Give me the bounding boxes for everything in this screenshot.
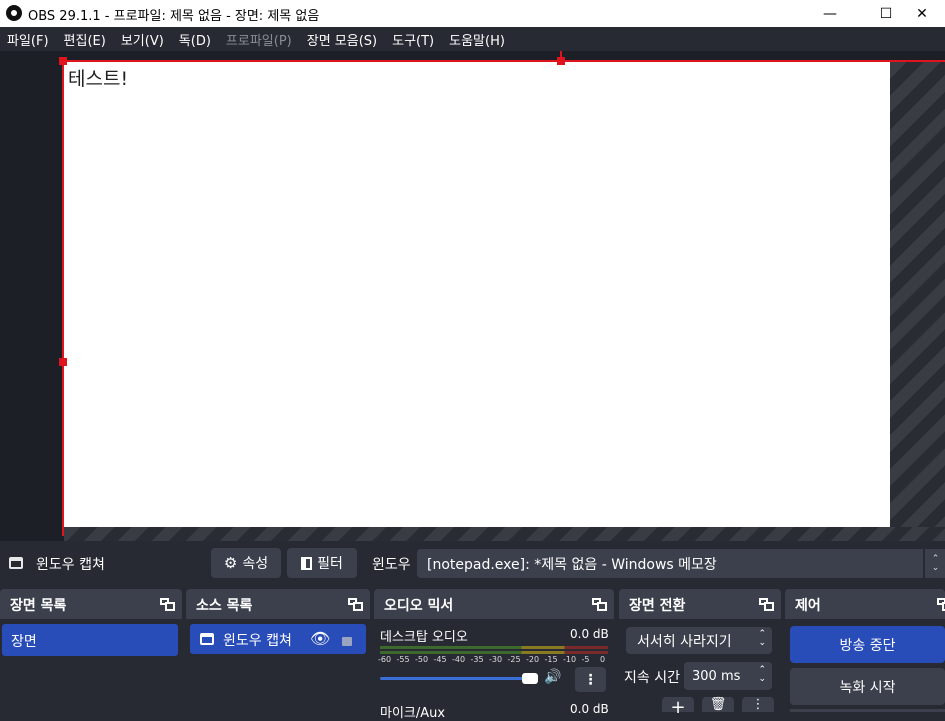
eye-icon[interactable]: 👁 [310, 629, 330, 648]
menu-docks[interactable]: 독(D) [172, 30, 219, 49]
filters-label: 필터 [317, 556, 343, 572]
menu-tools[interactable]: 도구(T) [385, 30, 442, 49]
duration-spinbox[interactable]: 300 ms ⌃ ⌄ [684, 662, 772, 690]
resize-handle-top-left[interactable] [59, 57, 67, 65]
audio-meter [380, 646, 608, 649]
plus-icon: + [670, 697, 686, 718]
chevron-updown-icon: ⌃ ⌄ [758, 665, 766, 684]
title-bar: OBS 29.1.1 - 프로파일: 제목 없음 - 장면: 제목 없음 — ☐… [0, 0, 945, 27]
selection-border-top [62, 60, 945, 62]
filters-button[interactable]: 필터 [287, 548, 357, 578]
controls-dock-title: 제어 [795, 598, 821, 614]
controls-dock-header: 제어 [785, 589, 945, 619]
window-capture-icon [9, 557, 23, 569]
close-button[interactable]: ✕ [899, 0, 945, 27]
chevron-down-icon: ⌄ [931, 562, 940, 573]
resize-handle-left[interactable] [59, 358, 67, 366]
undock-icon[interactable] [348, 598, 363, 611]
meter-tick: -20 [526, 655, 540, 664]
chevron-updown-icon: ⌃ ⌄ [758, 629, 766, 648]
desktop-audio-level: 0.0 dB [570, 627, 609, 641]
preview-out-of-bounds-right [890, 62, 945, 527]
scene-item-label: 장면 [11, 634, 37, 650]
obs-logo-icon [6, 5, 22, 21]
menu-view[interactable]: 보기(V) [114, 30, 172, 49]
stop-streaming-button[interactable]: 방송 중단 [790, 626, 945, 663]
transitions-dock-header: 장면 전환 [619, 589, 781, 619]
meter-tick: -5 [581, 655, 590, 664]
transitions-dock-title: 장면 전환 [629, 598, 686, 614]
audio-meter [380, 651, 608, 654]
window-select-spinner[interactable]: ⌃ ⌄ [924, 549, 945, 578]
window-select-value: [notepad.exe]: *제목 없음 - Windows 메모장 [427, 556, 717, 573]
properties-label: 속성 [242, 556, 269, 572]
trash-icon: 🗑 [709, 697, 727, 712]
undock-icon[interactable] [937, 598, 945, 611]
start-recording-button[interactable]: 녹화 시작 [790, 668, 945, 705]
preview-canvas[interactable]: 테스트! [64, 62, 890, 527]
menu-edit[interactable]: 편집(E) [57, 30, 114, 49]
meter-tick: -40 [452, 655, 466, 664]
minimize-button[interactable]: — [807, 0, 853, 27]
source-toolbar: 윈도우 캡쳐 ⚙ 속성 필터 윈도우 [notepad.exe]: *제목 없음… [0, 541, 945, 586]
gear-icon: ⚙ [223, 554, 238, 572]
meter-tick: -30 [489, 655, 503, 664]
meter-tick: 0 [600, 655, 606, 664]
scenes-dock-header: 장면 목록 [0, 589, 182, 619]
speaker-icon[interactable]: 🔊 [544, 669, 561, 685]
resize-handle-top-stem [560, 51, 562, 59]
mic-aux-level: 0.0 dB [570, 702, 609, 716]
duration-label: 지속 시간 [624, 670, 680, 686]
duration-value: 300 ms [692, 668, 741, 684]
selected-source-name: 윈도우 캡쳐 [36, 557, 105, 573]
sources-dock-header: 소스 목록 [186, 589, 370, 619]
remove-transition-button[interactable]: 🗑 [702, 697, 734, 712]
menu-help[interactable]: 도움말(H) [442, 30, 513, 49]
more-options-icon: ⋮ [751, 697, 765, 712]
transition-select[interactable]: 서서히 사라지기 ⌃ ⌄ [626, 627, 772, 654]
preview-area[interactable]: 테스트! [0, 51, 945, 541]
window-capture-icon [200, 633, 214, 645]
window-title: OBS 29.1.1 - 프로파일: 제목 없음 - 장면: 제목 없음 [28, 9, 320, 24]
volume-slider-handle[interactable] [522, 673, 538, 684]
mixer-dock-header: 오디오 믹서 [374, 589, 614, 619]
transition-options-button[interactable]: ⋮ [742, 697, 774, 712]
meter-tick: -45 [433, 655, 447, 664]
filter-icon [301, 556, 313, 570]
source-item-label: 윈도우 캡쳐 [223, 633, 292, 649]
meter-tick: -35 [470, 655, 484, 664]
sources-dock-title: 소스 목록 [196, 598, 253, 614]
sources-dock: 소스 목록 윈도우 캡쳐 👁 [186, 589, 370, 712]
mixer-dock-title: 오디오 믹서 [384, 598, 454, 614]
transition-select-value: 서서히 사라지기 [637, 633, 732, 650]
desktop-audio-name: 데스크탑 오디오 [380, 630, 468, 645]
scenes-dock-title: 장면 목록 [10, 598, 67, 614]
meter-tick: -25 [507, 655, 521, 664]
selection-border-left [62, 60, 64, 536]
window-label: 윈도우 [372, 557, 411, 573]
lock-icon[interactable] [342, 637, 352, 646]
menu-scene-collection[interactable]: 장면 모음(S) [300, 30, 385, 49]
meter-tick: -60 [378, 655, 392, 664]
meter-tick: -50 [415, 655, 429, 664]
menu-profile[interactable]: 프로파일(P) [219, 30, 300, 49]
more-options-icon[interactable]: ⋮ [575, 667, 606, 692]
menu-bar: 파일(F) 편집(E) 보기(V) 독(D) 프로파일(P) 장면 모음(S) … [0, 27, 945, 51]
add-transition-button[interactable]: + [662, 697, 694, 718]
preview-out-of-bounds-bottom [64, 527, 945, 541]
volume-slider[interactable] [380, 677, 530, 680]
scenes-dock: 장면 목록 장면 [0, 589, 182, 712]
menu-file[interactable]: 파일(F) [0, 30, 57, 49]
scene-item[interactable]: 장면 [2, 624, 178, 656]
meter-tick: -10 [563, 655, 577, 664]
source-item[interactable]: 윈도우 캡쳐 👁 [190, 624, 366, 654]
undock-icon[interactable] [759, 598, 774, 611]
window-select[interactable]: [notepad.exe]: *제목 없음 - Windows 메모장 [417, 549, 923, 578]
undock-icon[interactable] [160, 598, 175, 611]
canvas-text: 테스트! [68, 68, 129, 90]
properties-button[interactable]: ⚙ 속성 [211, 548, 281, 578]
undock-icon[interactable] [592, 598, 607, 611]
meter-tick: -15 [544, 655, 558, 664]
meter-tick: -55 [396, 655, 410, 664]
